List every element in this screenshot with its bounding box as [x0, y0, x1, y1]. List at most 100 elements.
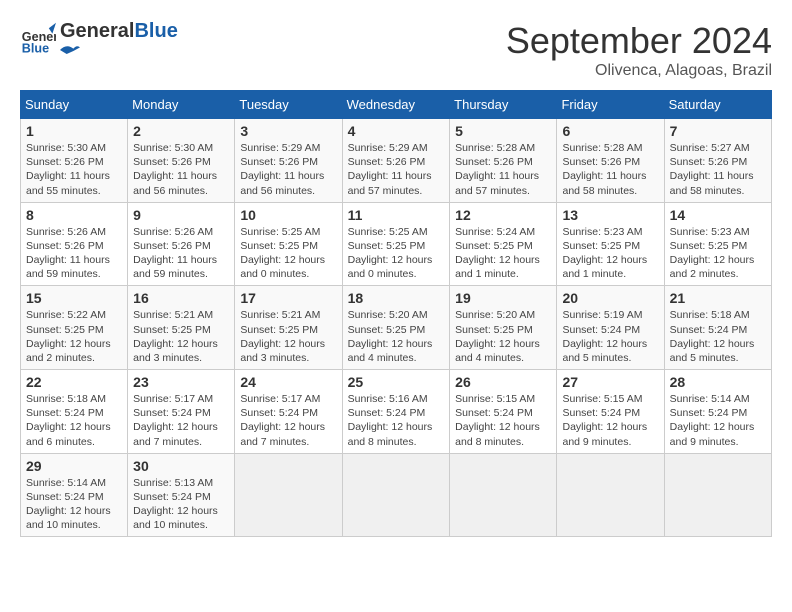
- day-info: Sunrise: 5:14 AMSunset: 5:24 PMDaylight:…: [670, 392, 766, 449]
- calendar-week-row: 1 Sunrise: 5:30 AMSunset: 5:26 PMDaylight…: [21, 119, 772, 203]
- day-number: 28: [670, 374, 766, 390]
- day-number: 6: [562, 123, 658, 139]
- calendar-day-cell: 4 Sunrise: 5:29 AMSunset: 5:26 PMDaylight…: [342, 119, 450, 203]
- day-info: Sunrise: 5:26 AMSunset: 5:26 PMDaylight:…: [26, 225, 122, 282]
- calendar-day-cell: 20 Sunrise: 5:19 AMSunset: 5:24 PMDayligh…: [557, 286, 664, 370]
- day-info: Sunrise: 5:20 AMSunset: 5:25 PMDaylight:…: [455, 308, 551, 365]
- day-info: Sunrise: 5:25 AMSunset: 5:25 PMDaylight:…: [240, 225, 336, 282]
- title-block: September 2024 Olivenca, Alagoas, Brazil: [506, 20, 772, 80]
- calendar-day-cell: 14Sunrise: 5:23 AMSunset: 5:25 PMDayligh…: [664, 202, 771, 286]
- calendar-day-cell: 19 Sunrise: 5:20 AMSunset: 5:25 PMDayligh…: [450, 286, 557, 370]
- calendar-day-cell: 3Sunrise: 5:29 AMSunset: 5:26 PMDaylight…: [235, 119, 342, 203]
- day-of-week-header: Tuesday: [235, 91, 342, 119]
- day-info: Sunrise: 5:30 AMSunset: 5:26 PMDaylight:…: [26, 141, 122, 198]
- day-of-week-header: Monday: [128, 91, 235, 119]
- day-info: Sunrise: 5:21 AMSunset: 5:25 PMDaylight:…: [240, 308, 336, 365]
- calendar-day-cell: 21 Sunrise: 5:18 AMSunset: 5:24 PMDayligh…: [664, 286, 771, 370]
- calendar-day-cell: [235, 453, 342, 537]
- day-number: 24: [240, 374, 336, 390]
- day-info: Sunrise: 5:20 AMSunset: 5:25 PMDaylight:…: [348, 308, 445, 365]
- calendar-week-row: 15 Sunrise: 5:22 AMSunset: 5:25 PMDayligh…: [21, 286, 772, 370]
- day-info: Sunrise: 5:29 AMSunset: 5:26 PMDaylight:…: [348, 141, 445, 198]
- day-of-week-header: Saturday: [664, 91, 771, 119]
- day-of-week-header: Sunday: [21, 91, 128, 119]
- day-info: Sunrise: 5:17 AMSunset: 5:24 PMDaylight:…: [133, 392, 229, 449]
- calendar-week-row: 8 Sunrise: 5:26 AMSunset: 5:26 PMDaylight…: [21, 202, 772, 286]
- calendar-day-cell: 25Sunrise: 5:16 AMSunset: 5:24 PMDayligh…: [342, 370, 450, 454]
- day-info: Sunrise: 5:17 AMSunset: 5:24 PMDaylight:…: [240, 392, 336, 449]
- calendar-day-cell: 2 Sunrise: 5:30 AMSunset: 5:26 PMDaylight…: [128, 119, 235, 203]
- day-number: 23: [133, 374, 229, 390]
- page-wrapper: General Blue GeneralBlue September 2024 …: [20, 20, 772, 537]
- day-number: 19: [455, 290, 551, 306]
- day-number: 22: [26, 374, 122, 390]
- day-number: 13: [562, 207, 658, 223]
- calendar-day-cell: 23 Sunrise: 5:17 AMSunset: 5:24 PMDayligh…: [128, 370, 235, 454]
- calendar-day-cell: [450, 453, 557, 537]
- day-of-week-header: Friday: [557, 91, 664, 119]
- day-number: 11: [348, 207, 445, 223]
- day-info: Sunrise: 5:16 AMSunset: 5:24 PMDaylight:…: [348, 392, 445, 449]
- month-title: September 2024: [506, 20, 772, 62]
- day-info: Sunrise: 5:18 AMSunset: 5:24 PMDaylight:…: [26, 392, 122, 449]
- day-info: Sunrise: 5:14 AMSunset: 5:24 PMDaylight:…: [26, 476, 122, 533]
- calendar-day-cell: 30Sunrise: 5:13 AMSunset: 5:24 PMDayligh…: [128, 453, 235, 537]
- day-number: 16: [133, 290, 229, 306]
- calendar-day-cell: 26 Sunrise: 5:15 AMSunset: 5:24 PMDayligh…: [450, 370, 557, 454]
- calendar-day-cell: 10 Sunrise: 5:25 AMSunset: 5:25 PMDayligh…: [235, 202, 342, 286]
- calendar-day-cell: 13 Sunrise: 5:23 AMSunset: 5:25 PMDayligh…: [557, 202, 664, 286]
- calendar-day-cell: [557, 453, 664, 537]
- day-info: Sunrise: 5:30 AMSunset: 5:26 PMDaylight:…: [133, 141, 229, 198]
- calendar-header-row: SundayMondayTuesdayWednesdayThursdayFrid…: [21, 91, 772, 119]
- logo-icon: General Blue: [20, 21, 56, 57]
- day-info: Sunrise: 5:28 AMSunset: 5:26 PMDaylight:…: [562, 141, 658, 198]
- calendar-day-cell: 5 Sunrise: 5:28 AMSunset: 5:26 PMDaylight…: [450, 119, 557, 203]
- day-number: 9: [133, 207, 229, 223]
- day-number: 27: [562, 374, 658, 390]
- day-number: 20: [562, 290, 658, 306]
- day-number: 21: [670, 290, 766, 306]
- day-info: Sunrise: 5:21 AMSunset: 5:25 PMDaylight:…: [133, 308, 229, 365]
- day-number: 17: [240, 290, 336, 306]
- day-of-week-header: Wednesday: [342, 91, 450, 119]
- day-info: Sunrise: 5:18 AMSunset: 5:24 PMDaylight:…: [670, 308, 766, 365]
- calendar-day-cell: 1 Sunrise: 5:30 AMSunset: 5:26 PMDaylight…: [21, 119, 128, 203]
- calendar-day-cell: 12 Sunrise: 5:24 AMSunset: 5:25 PMDayligh…: [450, 202, 557, 286]
- day-number: 30: [133, 458, 229, 474]
- day-number: 26: [455, 374, 551, 390]
- calendar-day-cell: 16 Sunrise: 5:21 AMSunset: 5:25 PMDayligh…: [128, 286, 235, 370]
- calendar-day-cell: 8 Sunrise: 5:26 AMSunset: 5:26 PMDaylight…: [21, 202, 128, 286]
- day-info: Sunrise: 5:22 AMSunset: 5:25 PMDaylight:…: [26, 308, 122, 365]
- day-info: Sunrise: 5:15 AMSunset: 5:24 PMDaylight:…: [562, 392, 658, 449]
- calendar-day-cell: 11Sunrise: 5:25 AMSunset: 5:25 PMDayligh…: [342, 202, 450, 286]
- day-info: Sunrise: 5:27 AMSunset: 5:26 PMDaylight:…: [670, 141, 766, 198]
- day-info: Sunrise: 5:24 AMSunset: 5:25 PMDaylight:…: [455, 225, 551, 282]
- day-info: Sunrise: 5:28 AMSunset: 5:26 PMDaylight:…: [455, 141, 551, 198]
- page-header: General Blue GeneralBlue September 2024 …: [20, 20, 772, 80]
- calendar-day-cell: 28 Sunrise: 5:14 AMSunset: 5:24 PMDayligh…: [664, 370, 771, 454]
- logo-blue: Blue: [134, 20, 177, 42]
- day-number: 7: [670, 123, 766, 139]
- day-number: 8: [26, 207, 122, 223]
- day-number: 1: [26, 123, 122, 139]
- day-of-week-header: Thursday: [450, 91, 557, 119]
- calendar-day-cell: 22 Sunrise: 5:18 AMSunset: 5:24 PMDayligh…: [21, 370, 128, 454]
- calendar-day-cell: 15 Sunrise: 5:22 AMSunset: 5:25 PMDayligh…: [21, 286, 128, 370]
- day-number: 5: [455, 123, 551, 139]
- day-number: 2: [133, 123, 229, 139]
- calendar-day-cell: 24 Sunrise: 5:17 AMSunset: 5:24 PMDayligh…: [235, 370, 342, 454]
- day-info: Sunrise: 5:19 AMSunset: 5:24 PMDaylight:…: [562, 308, 658, 365]
- day-info: Sunrise: 5:23 AMSunset: 5:25 PMDaylight:…: [670, 225, 766, 282]
- day-info: Sunrise: 5:23 AMSunset: 5:25 PMDaylight:…: [562, 225, 658, 282]
- day-number: 3: [240, 123, 336, 139]
- calendar-day-cell: 29Sunrise: 5:14 AMSunset: 5:24 PMDayligh…: [21, 453, 128, 537]
- day-info: Sunrise: 5:15 AMSunset: 5:24 PMDaylight:…: [455, 392, 551, 449]
- calendar-day-cell: 7 Sunrise: 5:27 AMSunset: 5:26 PMDaylight…: [664, 119, 771, 203]
- day-number: 4: [348, 123, 445, 139]
- logo: General Blue GeneralBlue: [20, 20, 178, 58]
- day-number: 10: [240, 207, 336, 223]
- calendar-day-cell: 27 Sunrise: 5:15 AMSunset: 5:24 PMDayligh…: [557, 370, 664, 454]
- day-number: 12: [455, 207, 551, 223]
- calendar-day-cell: 17 Sunrise: 5:21 AMSunset: 5:25 PMDayligh…: [235, 286, 342, 370]
- day-number: 15: [26, 290, 122, 306]
